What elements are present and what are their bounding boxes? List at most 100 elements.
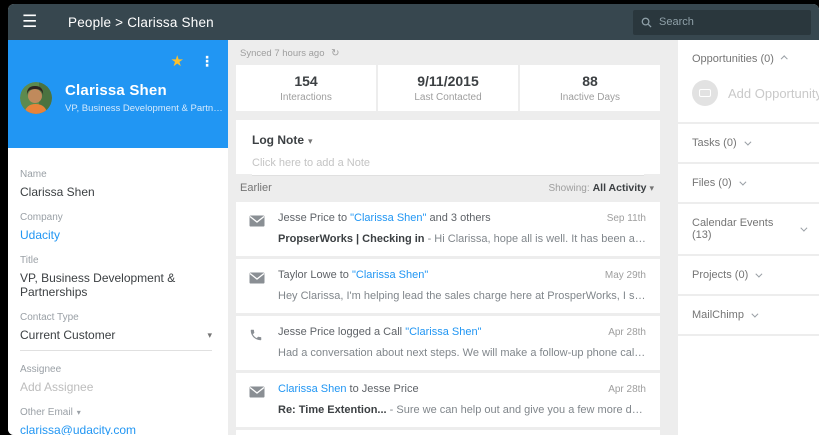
- stat-value: 154: [294, 73, 317, 89]
- sync-icon[interactable]: ↻: [331, 48, 339, 59]
- contact-link[interactable]: "Clarissa Shen": [405, 326, 481, 338]
- earlier-label: Earlier: [240, 182, 272, 194]
- contact-link[interactable]: "Clarissa Shen": [350, 212, 426, 224]
- field-value[interactable]: Udacity: [20, 228, 212, 242]
- email-icon: [249, 269, 278, 304]
- field-select[interactable]: Current Customer▾: [20, 328, 212, 351]
- activity-snippet: Hey Clarissa, I'm helping lead the sales…: [278, 290, 646, 302]
- section-files-0: Files (0): [678, 164, 819, 202]
- add-opportunity-button[interactable]: Add Opportunity: [678, 78, 819, 122]
- activity-snippet: Re: Time Extention... - Sure we can help…: [278, 404, 646, 416]
- contact-link[interactable]: "Clarissa Shen": [352, 269, 428, 281]
- activity-body: Taylor Lowe to "Clarissa Shen" May 29th He…: [278, 269, 646, 304]
- section-label: Calendar Events (13): [692, 217, 793, 241]
- contact-title: VP, Business Development & Partnership..…: [65, 103, 225, 114]
- search-input[interactable]: [659, 16, 803, 28]
- section-header-mailchimp[interactable]: MailChimp: [678, 296, 819, 334]
- section-header-projects-0[interactable]: Projects (0): [678, 256, 819, 294]
- sync-status: Synced 7 hours ago ↻: [236, 40, 660, 65]
- stat-value: 9/11/2015: [417, 73, 479, 89]
- menu-icon[interactable]: ☰: [22, 12, 52, 32]
- field-label: Contact Type: [20, 312, 212, 323]
- top-bar: ☰ People > Clarissa Shen: [8, 4, 819, 40]
- section-label: Projects (0): [692, 269, 748, 281]
- chevron-up-icon: [781, 55, 788, 62]
- activity-item[interactable]: Taylor Lowe to "Clarissa Shen" May 29th He…: [236, 259, 660, 313]
- section-projects-0: Projects (0): [678, 256, 819, 294]
- text: Taylor Lowe to: [278, 269, 352, 281]
- log-note-card: Log Note▾: [236, 120, 660, 174]
- field-other-email: Other Email▾ clarissa@udacity.com: [20, 394, 212, 435]
- email-icon: [249, 212, 278, 247]
- stat-value: 88: [582, 73, 598, 89]
- stat-card-last-contacted: 9/11/2015 Last Contacted: [378, 65, 518, 111]
- activity-filter[interactable]: Showing:All Activity▾: [548, 182, 654, 194]
- dropdown-caret-icon: ▾: [308, 136, 313, 146]
- activity-body: Jesse Price logged a Call "Clarissa Shen…: [278, 326, 646, 361]
- email-icon: [249, 383, 278, 418]
- column-divider: [668, 40, 678, 435]
- activity-date: Sep 11th: [597, 213, 646, 224]
- note-input[interactable]: [252, 149, 644, 176]
- call-icon: [249, 326, 278, 361]
- activity-item[interactable]: Clarissa Shen to Jesse Price Apr 28th Re: …: [236, 373, 660, 427]
- contact-fields: Name Clarissa Shen Company UdacityTitleVP, …: [8, 148, 228, 435]
- activity-item[interactable]: Jesse Price to "Clarissa Shen"Apr 28th: [236, 430, 660, 435]
- activity-text: - Sure we can help out and give you a fe…: [387, 404, 646, 416]
- field-company: Company Udacity: [20, 199, 212, 242]
- activity-snippet: Had a conversation about next steps. We …: [278, 347, 646, 359]
- activity-header: Jesse Price logged a Call "Clarissa Shen…: [278, 326, 646, 338]
- section-header-calendar-events-13[interactable]: Calendar Events (13): [678, 204, 819, 254]
- activity-body: Jesse Price to "Clarissa Shen" and 3 oth…: [278, 212, 646, 247]
- log-note-button[interactable]: Log Note▾: [252, 133, 313, 147]
- stat-card-interactions: 154Interactions: [236, 65, 376, 111]
- activity-date: Apr 28th: [598, 384, 646, 395]
- field-label: Other Email▾: [20, 407, 212, 418]
- search-box[interactable]: [633, 10, 811, 35]
- activity-header: Clarissa Shen to Jesse Price Apr 28th: [278, 383, 646, 395]
- add-opportunity-label: Add Opportunity: [728, 86, 819, 101]
- field-label: Company: [20, 212, 212, 223]
- section-header-tasks-0[interactable]: Tasks (0): [678, 124, 819, 162]
- activity-participants: Clarissa Shen to Jesse Price: [278, 383, 419, 395]
- app-window: ☰ People > Clarissa Shen ★ ⋮: [8, 4, 819, 435]
- section-label: Opportunities (0): [692, 53, 774, 65]
- favorite-star-icon[interactable]: ★: [171, 52, 184, 70]
- related-panel-filler: [678, 336, 819, 435]
- activity-date: Apr 28th: [598, 327, 646, 338]
- activity-text: Hey Clarissa, I'm helping lead the sales…: [278, 290, 646, 302]
- search-icon: [641, 17, 652, 28]
- activity-snippet: PropserWorks | Checking in - Hi Clarissa…: [278, 233, 646, 245]
- chevron-down-icon: [756, 270, 763, 277]
- field-title: TitleVP, Business Development & Partners…: [20, 242, 212, 299]
- activity-date: May 29th: [595, 270, 646, 281]
- activity-item[interactable]: Jesse Price logged a Call "Clarissa Shen…: [236, 316, 660, 370]
- activity-text: - Hi Clarissa, hope all is well. It has …: [425, 233, 646, 245]
- text: Jesse Price logged a Call: [278, 326, 405, 338]
- chevron-down-icon: [744, 138, 751, 145]
- section-header-files-0[interactable]: Files (0): [678, 164, 819, 202]
- field-value[interactable]: clarissa@udacity.com: [20, 423, 212, 435]
- stats-row: 154Interactions 9/11/2015 Last Contacted 88…: [236, 65, 660, 111]
- section-calendar-events-13: Calendar Events (13): [678, 204, 819, 254]
- activity-item[interactable]: Jesse Price to "Clarissa Shen" and 3 oth…: [236, 202, 660, 256]
- field-value: Clarissa Shen: [20, 185, 212, 199]
- activity-column: Synced 7 hours ago ↻ 154Interactions9/11…: [228, 40, 668, 435]
- text: and 3 others: [426, 212, 490, 224]
- chevron-down-icon: [751, 310, 758, 317]
- field-assignee: AssigneeAdd Assignee: [20, 351, 212, 394]
- field-label: Name: [20, 169, 212, 180]
- dropdown-caret-icon: ▾: [207, 330, 212, 341]
- breadcrumb[interactable]: People > Clarissa Shen: [68, 15, 214, 30]
- more-options-icon[interactable]: ⋮: [196, 53, 218, 70]
- section-tasks-0: Tasks (0): [678, 124, 819, 162]
- activity-header: Jesse Price to "Clarissa Shen" and 3 oth…: [278, 212, 646, 224]
- contact-panel: ★ ⋮: [8, 40, 228, 435]
- stat-label: Last Contacted: [414, 92, 481, 103]
- section-label: MailChimp: [692, 309, 744, 321]
- field-label: Title: [20, 255, 212, 266]
- content-area: ★ ⋮: [8, 40, 819, 435]
- section-header-opportunities-0[interactable]: Opportunities (0): [678, 40, 819, 78]
- field-value[interactable]: Add Assignee: [20, 380, 212, 394]
- contact-link[interactable]: Clarissa Shen: [278, 383, 346, 395]
